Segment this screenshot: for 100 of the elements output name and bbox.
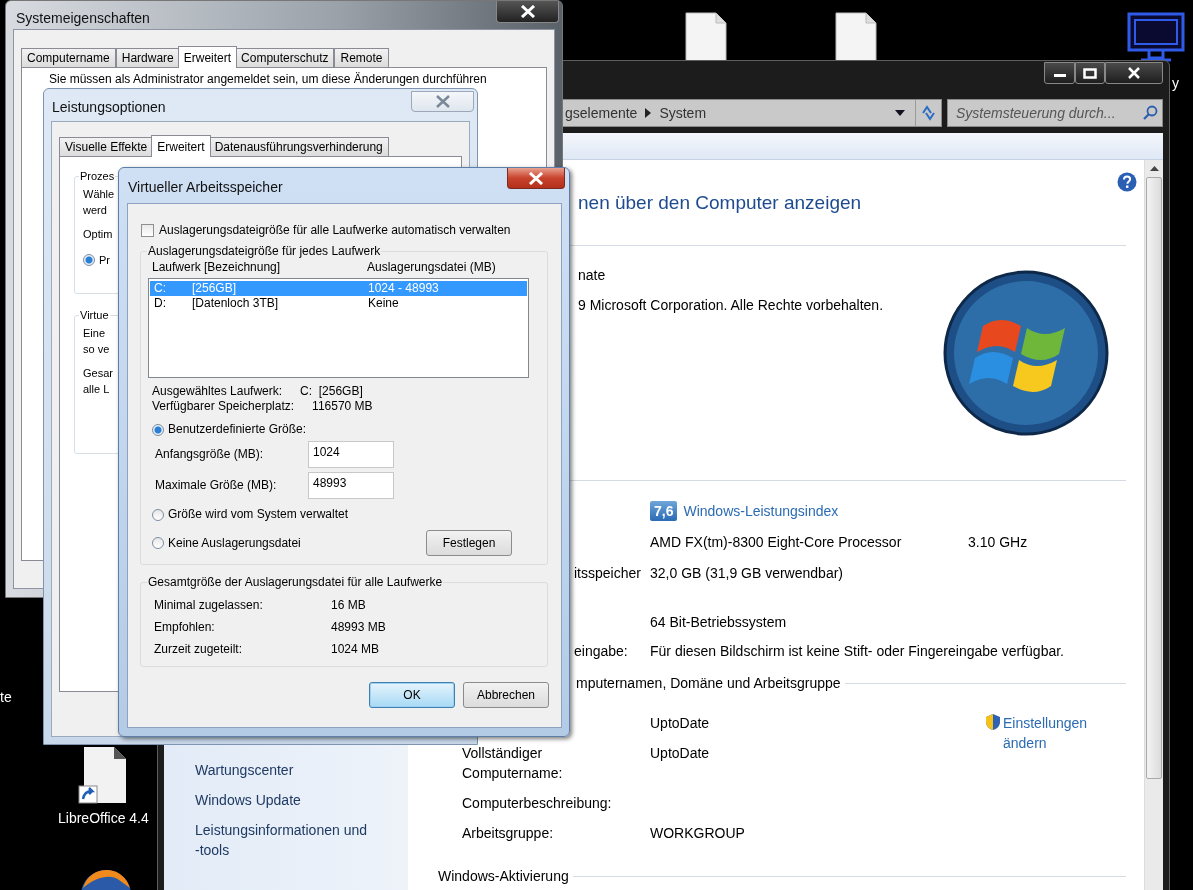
- drive-name: [256GB]: [192, 281, 238, 296]
- field-value: C: [256GB]: [300, 384, 363, 399]
- size-input[interactable]: 1024: [308, 441, 394, 468]
- page-file-size: Keine: [368, 296, 400, 311]
- field-label: eingabe:: [573, 642, 629, 661]
- description-text: werd: [83, 203, 107, 218]
- description-text: Gesar: [83, 366, 113, 381]
- description-text: so ve: [83, 342, 110, 357]
- group-title: Auslagerungsdateigröße für jedes Laufwerk: [147, 244, 382, 258]
- tab[interactable]: Remote: [334, 48, 389, 68]
- description-text: alle L: [83, 382, 110, 397]
- tab[interactable]: Hardware: [115, 48, 180, 68]
- field-value: UptoDate: [650, 744, 711, 763]
- description-text: Wähle: [83, 187, 115, 202]
- tab[interactable]: Computerschutz: [235, 48, 335, 68]
- file-icon[interactable]: [685, 12, 727, 62]
- radio-label: Größe wird vom System verwaltet: [168, 507, 349, 522]
- rating-link[interactable]: Windows-Leistungsindex: [683, 501, 839, 521]
- tab[interactable]: Datenausführungsverhinderung: [208, 137, 389, 157]
- file-icon[interactable]: [835, 12, 877, 62]
- copyright-text: 9 Microsoft Corporation. Alle Rechte vorbehalten.: [578, 296, 884, 315]
- rating-score[interactable]: 7,6: [650, 501, 678, 521]
- sidebar-link[interactable]: Windows Update: [195, 790, 371, 810]
- close-icon: [1127, 67, 1141, 79]
- section-title: Windows-Aktivierung: [438, 867, 569, 886]
- sidebar-link[interactable]: Leistungsinformationen und -tools: [195, 820, 371, 860]
- field-value: 1024 MB: [331, 642, 381, 657]
- help-icon[interactable]: [1117, 172, 1137, 192]
- field-label: Verfügbarer Speicherplatz:: [152, 399, 295, 414]
- field-value: 32,0 GB (31,9 GB verwendbar): [650, 564, 844, 583]
- change-settings-link[interactable]: Einstellungen ändern: [985, 713, 1103, 853]
- field-label: Vollständiger Computername:: [462, 744, 564, 783]
- section-title: mputernamen, Domäne und Arbeitsgruppe: [576, 674, 841, 693]
- scroll-up-arrow-icon[interactable]: [1149, 166, 1159, 171]
- window-title: Virtueller Arbeitsspeicher: [127, 178, 283, 197]
- field-label: Ausgewähltes Laufwerk:: [152, 384, 283, 399]
- field-value: Für diesen Bildschirm ist keine Stift- oder Fingereingabe verfügbar.: [650, 642, 1065, 661]
- description-text: Optim: [83, 227, 113, 242]
- field-label: Zurzeit zugeteilt:: [154, 642, 244, 657]
- icon-label: LibreOffice 4.4: [58, 810, 149, 826]
- edition-text: nate: [578, 266, 607, 285]
- maximize-icon: [1083, 67, 1097, 79]
- field-label: Anfangsgröße (MB):: [155, 447, 265, 462]
- icon-label: te: [0, 689, 12, 705]
- dropdown-caret-icon[interactable]: [895, 110, 905, 116]
- tab[interactable]: Erweitert: [151, 135, 211, 157]
- field-value: 64 Bit-Betriebssystem: [650, 613, 788, 632]
- notice-text: Sie müssen als Administrator angemeldet sein, um diese Änderungen durchführen: [48, 71, 488, 86]
- field-value: 48993 MB: [331, 620, 387, 635]
- radio-label: Benutzerdefinierte Größe:: [168, 422, 307, 437]
- size-input[interactable]: 48993: [308, 472, 394, 499]
- page-heading: nen über den Computer anzeigen: [578, 192, 862, 214]
- dialog-button[interactable]: Abbrechen: [463, 682, 549, 708]
- search-field[interactable]: Systemsteuerung durch...: [947, 99, 1163, 127]
- drive-list[interactable]: C: [256GB] 1024 - 48993 D: [Datenloch 3TB] Keine: [148, 278, 529, 378]
- minimize-button[interactable]: [1044, 62, 1075, 84]
- refresh-icon: [919, 105, 938, 121]
- group-title: Gesamtgröße der Auslagerungsdatei für alle Laufwerke: [147, 575, 444, 589]
- breadcrumb-item[interactable]: gselemente: [565, 105, 638, 121]
- field-value: AMD FX(tm)-8300 Eight-Core Processor: [650, 533, 903, 552]
- page-file-size: 1024 - 48993: [368, 281, 440, 296]
- field-label: Maximale Größe (MB):: [155, 478, 278, 493]
- checkbox[interactable]: [141, 224, 154, 237]
- drive-row[interactable]: D: [Datenloch 3TB] Keine: [150, 296, 527, 311]
- field-label: Minimal zugelassen:: [154, 598, 264, 613]
- dialog-button[interactable]: OK: [369, 682, 455, 708]
- field-label: itsspeicher: [573, 564, 642, 583]
- radio-button[interactable]: [152, 508, 164, 521]
- maximize-button[interactable]: [1075, 62, 1105, 84]
- radio-button[interactable]: [83, 254, 95, 266]
- close-button[interactable]: [496, 1, 559, 23]
- window-title: Leistungsoptionen: [51, 98, 166, 117]
- field-value: UptoDate: [650, 714, 711, 733]
- document-shortcut-icon[interactable]: [78, 746, 129, 804]
- tab[interactable]: Visuelle Effekte: [59, 137, 154, 157]
- close-button[interactable]: [507, 168, 565, 189]
- icon-label: y: [1172, 75, 1179, 91]
- tab[interactable]: Computername: [21, 48, 116, 68]
- radio-button[interactable]: [152, 537, 164, 549]
- shield-icon: [985, 713, 1001, 731]
- monitor-icon[interactable]: [1127, 12, 1185, 64]
- close-button[interactable]: [1105, 62, 1163, 84]
- windows-logo-icon: [943, 268, 1109, 438]
- field-label: Empfohlen:: [154, 620, 216, 635]
- scrollbar[interactable]: [1144, 160, 1163, 890]
- tab[interactable]: Erweitert: [177, 46, 238, 68]
- search-icon[interactable]: [1142, 105, 1158, 121]
- chevron-icon: [645, 108, 652, 118]
- description-text: Eine: [83, 326, 106, 341]
- column-header: Auslagerungsdatei (MB): [367, 260, 497, 275]
- field-value: 16 MB: [331, 598, 367, 613]
- set-button[interactable]: Festlegen: [426, 530, 512, 556]
- sidebar-link[interactable]: Wartungscenter: [195, 760, 371, 780]
- breadcrumb-item[interactable]: System: [659, 105, 707, 121]
- radio-button[interactable]: [152, 423, 164, 436]
- checkbox-label: Auslagerungsdateigröße für alle Laufwerke automatisch verwalten: [159, 223, 511, 238]
- drive-name: [Datenloch 3TB]: [192, 296, 280, 311]
- drive-letter: D:: [154, 296, 167, 311]
- scrollbar-thumb[interactable]: [1146, 177, 1162, 779]
- browser-globe-icon[interactable]: [79, 868, 133, 890]
